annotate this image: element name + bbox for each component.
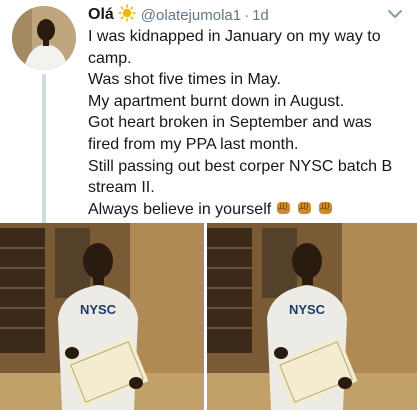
thread-line	[42, 74, 46, 224]
photo-left[interactable]: NYSC	[0, 223, 204, 410]
header-separator: ·	[244, 6, 250, 24]
photo-graduate-right: NYSC	[207, 223, 417, 410]
avatar-image	[12, 6, 76, 70]
chevron-down-icon[interactable]	[387, 8, 403, 20]
emoji-group	[271, 201, 334, 218]
tweet-timestamp[interactable]: 1d	[252, 7, 269, 24]
shirt-logo-text: NYSC	[80, 302, 117, 317]
avatar[interactable]	[12, 6, 76, 70]
sun-badge-icon	[118, 4, 136, 26]
tweet-line-last: Always believe in yourself	[88, 199, 406, 223]
shirt-logo-text: NYSC	[289, 302, 326, 317]
tweet-line: Got heart broken in September and was fi…	[88, 114, 372, 153]
tweet-header: Olá @olatejumola1 · 1d	[88, 4, 269, 26]
tweet-line: My apartment burnt down in August.	[88, 92, 345, 110]
tweet-media[interactable]: NYSC NYSC	[0, 223, 417, 410]
tweet-line: Still passing out best corper NYSC batch…	[88, 157, 393, 197]
author-handle[interactable]: @olatejumola1	[141, 7, 241, 24]
author-name[interactable]: Olá	[88, 6, 114, 24]
tweet-text: I was kidnapped in January on my way to …	[88, 26, 406, 222]
tweet-line: Was shot five times in May.	[88, 71, 281, 89]
raised-fist-emoji	[296, 199, 313, 223]
raised-fist-emoji	[317, 199, 334, 223]
raised-fist-emoji	[275, 199, 292, 223]
photo-graduate-left: NYSC	[0, 223, 204, 410]
tweet: Olá @olatejumola1 · 1d I was kidnapped i…	[0, 0, 417, 410]
photo-right[interactable]: NYSC	[207, 223, 417, 410]
tweet-line: I was kidnapped in January on my way to …	[88, 28, 381, 67]
tweet-line: Always believe in yourself	[88, 200, 272, 218]
